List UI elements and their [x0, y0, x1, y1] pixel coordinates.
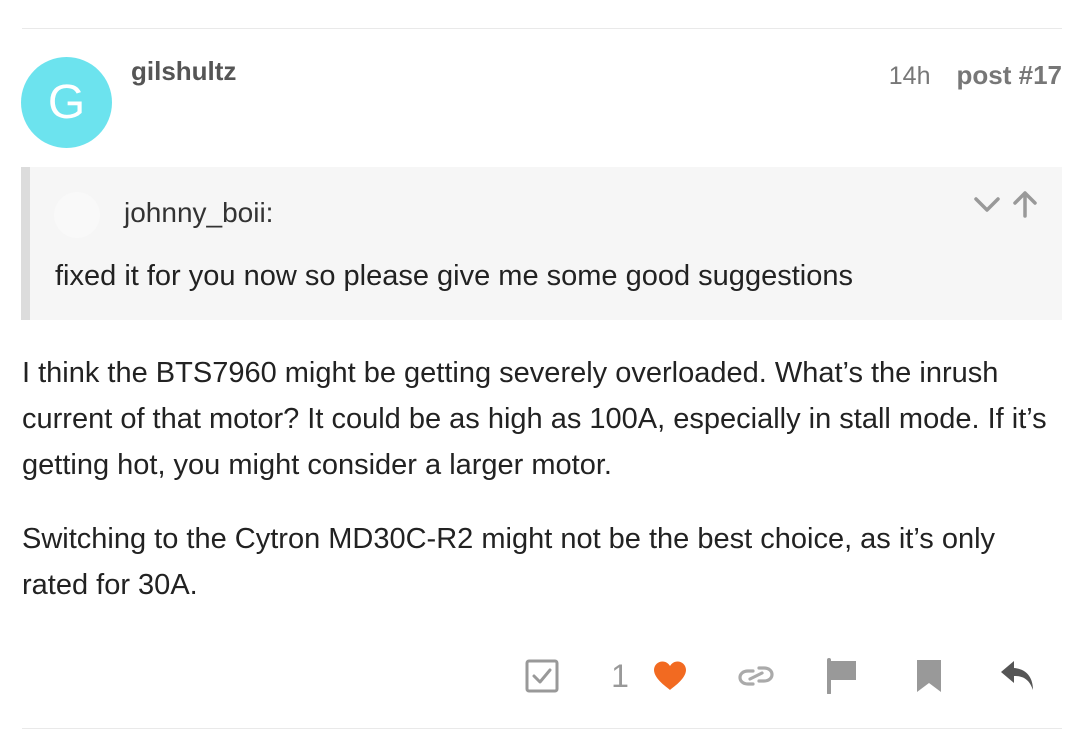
post-time[interactable]: 14h	[889, 62, 931, 91]
quote-block: johnny_boii: fixed it for you now so ple…	[21, 167, 1062, 320]
avatar-letter: G	[47, 76, 86, 129]
bookmark-icon[interactable]	[914, 652, 944, 700]
post-number[interactable]: post #17	[957, 60, 1063, 91]
link-icon[interactable]	[736, 652, 776, 700]
post-meta: 14h post #17	[889, 60, 1062, 91]
quote-avatar	[54, 192, 100, 238]
chevron-down-icon[interactable]	[972, 189, 1002, 219]
solution-checkbox-icon[interactable]	[524, 652, 560, 700]
username[interactable]: gilshultz	[131, 56, 236, 87]
quote-controls	[972, 189, 1038, 219]
top-divider	[22, 28, 1062, 29]
flag-icon[interactable]	[825, 652, 859, 700]
quote-author: johnny_boii:	[124, 197, 274, 228]
bottom-divider	[22, 728, 1062, 729]
post-paragraph: I think the BTS7960 might be getting sev…	[22, 357, 1047, 481]
quote-text: fixed it for you now so please give me s…	[55, 260, 853, 292]
like-count[interactable]: 1	[608, 652, 632, 700]
reply-icon[interactable]	[998, 652, 1038, 700]
avatar[interactable]: G	[21, 57, 112, 148]
post-paragraph: Switching to the Cytron MD30C-R2 might n…	[22, 523, 996, 601]
heart-icon[interactable]	[651, 652, 689, 700]
post-body: I think the BTS7960 might be getting sev…	[22, 350, 1052, 636]
arrow-up-icon[interactable]	[1012, 189, 1038, 219]
